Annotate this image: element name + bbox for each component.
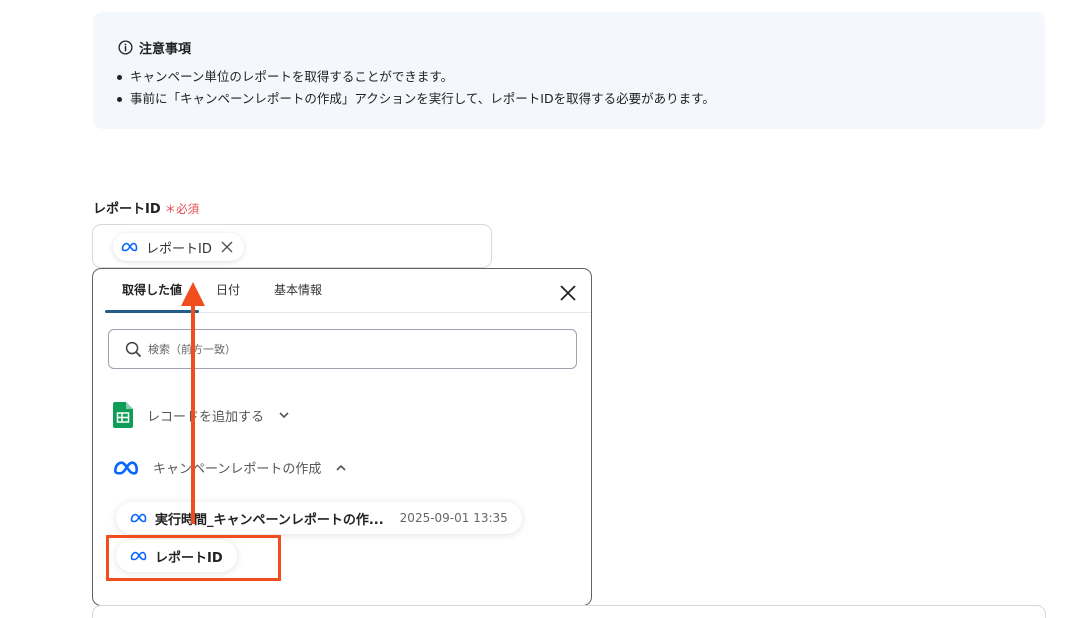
- chevron-down-icon: [279, 412, 289, 419]
- tab-date[interactable]: 日付: [199, 281, 257, 312]
- chip-label: レポートID: [146, 241, 212, 257]
- meta-icon: [121, 242, 138, 252]
- next-field-input[interactable]: [92, 605, 1046, 618]
- info-icon: [118, 40, 133, 55]
- report-id-field-label: レポートID ＊ 必須: [93, 198, 199, 217]
- report-id-chip[interactable]: レポートID: [113, 233, 244, 261]
- required-text: 必須: [176, 202, 200, 216]
- annotation-arrow: [181, 282, 205, 524]
- notice-title: 注意事項: [139, 42, 192, 57]
- required-mark: ＊: [164, 202, 177, 216]
- tab-basic-info[interactable]: 基本情報: [257, 281, 339, 312]
- search-icon: [125, 341, 141, 357]
- group-campaign-report[interactable]: キャンペーンレポートの作成: [113, 458, 347, 477]
- highlight-box: [106, 535, 281, 581]
- group-label: キャンペーンレポートの作成: [153, 462, 322, 477]
- search-input[interactable]: [148, 342, 548, 356]
- notice-item: キャンペーン単位のレポートを取得することができます。: [117, 66, 715, 88]
- remove-chip-icon[interactable]: [220, 240, 234, 254]
- panel-tabs: 取得した値 日付 基本情報: [105, 269, 591, 313]
- close-icon[interactable]: [559, 284, 577, 302]
- item-execution-time[interactable]: 実行時間_キャンペーンレポートの作... 2025-09-01 13:35: [116, 502, 522, 534]
- report-id-input[interactable]: レポートID: [92, 224, 492, 268]
- notice-box: 注意事項 キャンペーン単位のレポートを取得することができます。 事前に「キャンペ…: [93, 12, 1045, 129]
- google-sheets-icon: [113, 402, 133, 428]
- notice-list: キャンペーン単位のレポートを取得することができます。 事前に「キャンペーンレポー…: [117, 66, 715, 110]
- meta-icon: [113, 460, 139, 475]
- field-label-text: レポートID: [93, 202, 161, 217]
- search-field[interactable]: [108, 329, 577, 369]
- notice-header: 注意事項: [118, 38, 191, 57]
- notice-item: 事前に「キャンペーンレポートの作成」アクションを実行して、レポートIDを取得する…: [117, 88, 715, 110]
- item-timestamp: 2025-09-01 13:35: [399, 511, 508, 525]
- meta-icon: [130, 513, 147, 523]
- chevron-up-icon: [336, 464, 346, 471]
